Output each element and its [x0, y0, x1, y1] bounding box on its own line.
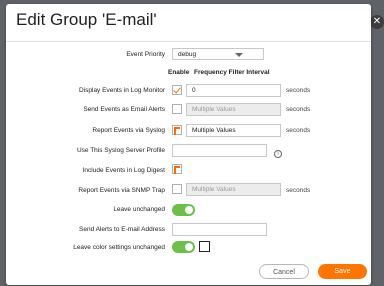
- send-email-unit: seconds: [286, 106, 311, 113]
- send-alerts-email-input[interactable]: [172, 223, 267, 236]
- frequency-column-header: Frequency Filter Interval: [194, 69, 270, 76]
- chevron-down-icon: [235, 53, 243, 57]
- syslog-profile-label: Use This Syslog Server Profile: [76, 147, 165, 154]
- snmp-trap-label: Report Events via SNMP Trap: [78, 187, 165, 194]
- event-priority-select[interactable]: debug: [172, 48, 264, 60]
- enable-column-header: Enable: [168, 69, 190, 76]
- info-icon[interactable]: i: [274, 150, 282, 158]
- display-events-interval-input[interactable]: 0: [186, 84, 281, 97]
- report-syslog-label: Report Events via Syslog: [92, 127, 165, 134]
- syslog-profile-input[interactable]: [172, 144, 267, 157]
- title-divider: [6, 41, 371, 42]
- event-priority-value: debug: [178, 51, 197, 58]
- edit-group-dialog: Edit Group 'E-mail' Event Priority debug…: [6, 4, 371, 285]
- send-email-interval-input[interactable]: Multiple Values: [186, 103, 281, 116]
- display-events-label: Display Events in Log Monitor: [79, 87, 165, 94]
- report-syslog-interval-input[interactable]: Multiple Values: [186, 124, 281, 137]
- snmp-trap-checkbox[interactable]: [172, 184, 182, 194]
- leave-color-toggle[interactable]: [172, 241, 195, 253]
- dialog-title: Edit Group 'E-mail': [16, 10, 157, 29]
- send-email-checkbox[interactable]: [172, 104, 182, 114]
- leave-color-label: Leave color settings unchanged: [73, 244, 165, 251]
- save-button[interactable]: Save: [318, 264, 367, 279]
- leave-unchanged-toggle[interactable]: [172, 204, 195, 216]
- color-settings-checkbox[interactable]: [199, 241, 210, 252]
- leave-unchanged-label: Leave unchanged: [113, 206, 165, 213]
- toggle-knob: [185, 243, 193, 251]
- report-syslog-checkbox[interactable]: [172, 125, 182, 135]
- toggle-knob: [185, 206, 193, 214]
- snmp-trap-unit: seconds: [286, 187, 311, 194]
- snmp-trap-interval-input[interactable]: Multiple Values: [186, 183, 281, 196]
- display-events-unit: seconds: [286, 87, 311, 94]
- send-email-label: Send Events as Email Alerts: [83, 106, 165, 113]
- close-icon[interactable]: ✕: [370, 15, 384, 29]
- send-alerts-email-label: Send Alerts to E-mail Address: [79, 226, 165, 233]
- event-priority-label: Event Priority: [126, 51, 165, 58]
- cancel-button[interactable]: Cancel: [259, 264, 309, 279]
- log-digest-label: Include Events in Log Digest: [82, 167, 165, 174]
- log-digest-checkbox[interactable]: [172, 164, 182, 174]
- display-events-checkbox[interactable]: [172, 85, 182, 95]
- report-syslog-unit: seconds: [286, 127, 311, 134]
